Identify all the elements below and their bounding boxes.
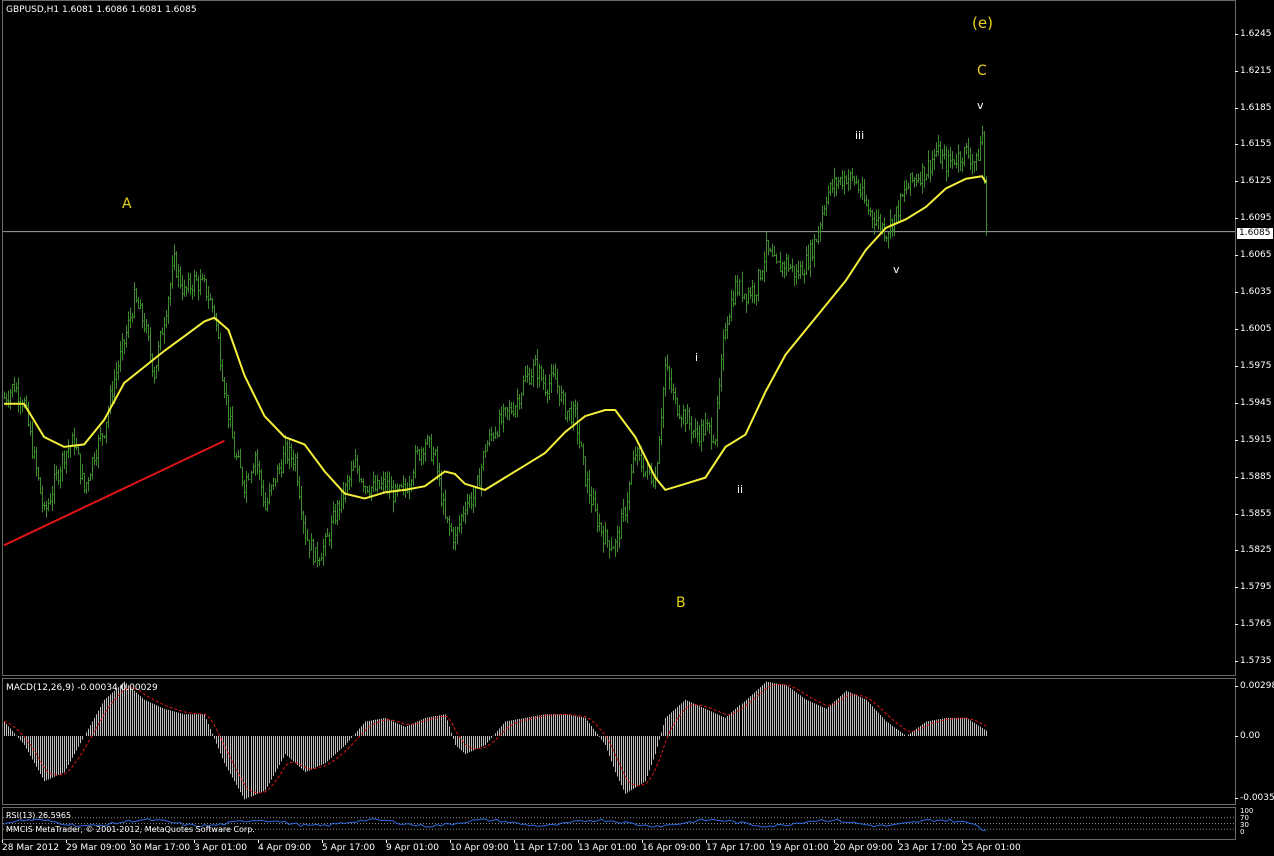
price-tick-label: 1.6065	[1235, 250, 1272, 261]
time-tick-label: 3 Apr 01:00	[194, 840, 247, 853]
wave-label-iii: iii	[855, 129, 865, 142]
price-tick-label: 1.5885	[1235, 471, 1272, 482]
macd-histogram	[4, 681, 987, 800]
macd-label: MACD(12,26,9) -0.00034 0.00029	[6, 683, 158, 693]
time-tick-label: 13 Apr 01:00	[578, 840, 637, 853]
symbol-info: GBPUSD,H1 1.6081 1.6086 1.6081 1.6085	[6, 5, 197, 15]
time-tick-label: 30 Mar 17:00	[130, 840, 191, 853]
time-tick-label: 23 Apr 17:00	[898, 840, 957, 853]
wave-label-a: A	[122, 196, 132, 212]
price-tick-label: 1.5825	[1235, 545, 1272, 556]
time-tick-label: 16 Apr 09:00	[642, 840, 701, 853]
wave-label-i: i	[695, 351, 699, 364]
price-tick-label: 1.6215	[1235, 65, 1272, 76]
rsi-label: RSI(13) 26.5965	[6, 811, 72, 820]
time-tick-label: 9 Apr 01:00	[386, 840, 439, 853]
time-tick-label: 17 Apr 17:00	[706, 840, 765, 853]
wave-label-v: v	[977, 99, 984, 112]
price-tick-label: 1.5915	[1235, 434, 1272, 445]
time-tick-label: 29 Mar 09:00	[66, 840, 127, 853]
wave-label-ii: ii	[737, 483, 744, 496]
time-tick-label: 10 Apr 09:00	[450, 840, 509, 853]
price-tick-label: 1.6245	[1235, 28, 1272, 39]
moving-average-line	[4, 175, 987, 500]
macd-scale-top: 0.00298	[1234, 681, 1274, 691]
price-tick-label: 1.5795	[1235, 582, 1272, 593]
wave-label-b: B	[676, 595, 686, 611]
price-tick-label: 1.6125	[1235, 176, 1272, 187]
wave-label-iv: v	[893, 263, 900, 276]
price-tick-label: 1.5975	[1235, 360, 1272, 371]
macd-scale-zero: 0.00	[1234, 731, 1261, 741]
wave-label-e: (e)	[972, 14, 993, 32]
rsi-scale-0: 0	[1240, 828, 1245, 836]
time-tick-label: 5 Apr 17:00	[322, 840, 375, 853]
price-tick-label: 1.6005	[1235, 324, 1272, 334]
chart-canvas	[3, 125, 1235, 831]
time-tick-label: 25 Apr 01:00	[962, 840, 1021, 853]
price-tick-label: 1.5765	[1235, 619, 1272, 630]
price-tick-label: 1.5855	[1235, 508, 1272, 519]
macd-scale-bottom: -0.00359	[1234, 793, 1274, 803]
price-tick-label: 1.6185	[1235, 102, 1272, 113]
price-tick-label: 1.5735	[1235, 656, 1272, 667]
time-tick-label: 20 Apr 09:00	[834, 840, 893, 853]
time-tick-label: 11 Apr 17:00	[514, 840, 573, 853]
price-tick-label: 1.6095	[1235, 213, 1272, 224]
price-tick-label: 1.6155	[1235, 139, 1272, 150]
ohlc-bars	[3, 125, 988, 568]
time-tick-label: 28 Mar 2012	[2, 840, 60, 853]
current-price-label: 1.6085	[1237, 228, 1273, 239]
copyright-text: MMCIS MetaTrader, © 2001-2012, MetaQuote…	[6, 825, 255, 834]
trendline	[3, 439, 225, 547]
price-tick-label: 1.6035	[1235, 287, 1272, 298]
price-tick-label: 1.5945	[1235, 397, 1272, 408]
time-tick-label: 19 Apr 01:00	[770, 840, 829, 853]
time-tick-label: 4 Apr 09:00	[258, 840, 311, 853]
wave-label-c: C	[977, 63, 987, 79]
